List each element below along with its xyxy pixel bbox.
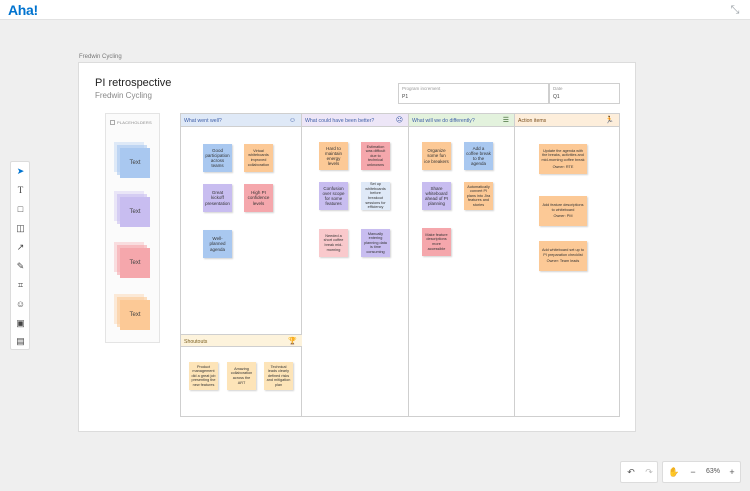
app-logo[interactable]: Aha! [8, 2, 38, 18]
column-header-do-differently[interactable]: What will we do differently? ☰ [409, 114, 514, 127]
sticky-note[interactable]: Amazing collaboration across the ART [227, 362, 256, 390]
sticky-note-action[interactable]: Add whiteboard set up to PI preparation … [539, 241, 587, 271]
column-title: What could have been better? [305, 118, 375, 124]
placeholder-label: Text [120, 248, 150, 278]
breadcrumb[interactable]: Fredwin Cycling [79, 54, 122, 60]
sticky-note[interactable]: Automatically convert PI plans into Jira… [464, 182, 493, 210]
placeholder-stack-purple[interactable]: Text [114, 191, 150, 227]
board-subtitle[interactable]: Fredwin Cycling [95, 91, 152, 100]
note-owner: Owner: PM [553, 214, 573, 219]
column-action-items: Action items 🏃 Update the agenda with th… [515, 114, 619, 416]
placeholders-header: PLACEHOLDERS [110, 120, 152, 126]
placeholder-label: Text [120, 197, 150, 227]
connector-icon[interactable]: ↗ [15, 242, 26, 253]
pen-icon[interactable]: ✎ [15, 261, 26, 272]
top-bar: Aha! ⤡ [0, 0, 750, 20]
whiteboard-canvas[interactable]: PI retrospective Fredwin Cycling Program… [78, 62, 636, 432]
column-went-well: What went well? ☺ Good participation acr… [181, 114, 302, 416]
placeholders-panel: PLACEHOLDERS Text Text Text Text [105, 113, 160, 343]
zoom-level[interactable]: 63% [702, 466, 724, 478]
placeholder-stack-orange[interactable]: Text [114, 294, 150, 330]
shape-icon[interactable]: □ [15, 204, 26, 215]
sticky-note[interactable]: Great kickoff presentation [203, 184, 232, 212]
placeholder-icon [110, 120, 115, 126]
date-value: Q1 [553, 94, 560, 100]
hand-icon[interactable]: ✋ [668, 466, 680, 478]
smile-icon: ☺ [288, 117, 296, 124]
column-title: Action items [518, 118, 547, 124]
plus-icon[interactable]: + [726, 466, 738, 478]
undo-icon[interactable]: ↶ [625, 466, 637, 478]
sticky-note[interactable]: Needed a short coffee break mid-morning [319, 229, 348, 257]
placeholder-label: Text [120, 148, 150, 178]
sticky-note[interactable]: Make feature descriptions more accessibl… [422, 228, 451, 256]
column-title: Shoutouts [184, 339, 208, 345]
program-increment-value: P1 [402, 94, 409, 100]
sticky-note[interactable]: Confusion over scope for some features [319, 182, 348, 210]
undo-redo-bar: ↶ ↷ [620, 461, 658, 483]
program-increment-field[interactable]: Program increment P1 [398, 83, 549, 104]
sticky-note-icon[interactable]: ◫ [15, 223, 26, 234]
runner-icon: 🏃 [605, 117, 614, 124]
zoom-bar: ✋ − 63% + [662, 461, 741, 483]
placeholder-stack-blue[interactable]: Text [114, 142, 150, 178]
frame-icon[interactable]: ⌗ [15, 280, 26, 291]
column-could-be-better: What could have been better? ☹ Hard to m… [302, 114, 409, 416]
note-owner: Owner: RTE [552, 164, 574, 169]
sticky-note[interactable]: Organize some fun ice breakers [422, 142, 451, 170]
sticky-note[interactable]: High PI confidence levels [244, 184, 273, 212]
sticky-note[interactable]: Hard to maintain energy levels [319, 142, 348, 170]
neutral-face-icon: ☹ [395, 117, 403, 124]
sticky-note-action[interactable]: Add feature descriptions to whiteboard O… [539, 196, 587, 226]
board-title[interactable]: PI retrospective [95, 77, 171, 89]
template-icon[interactable]: ▤ [15, 336, 26, 347]
text-icon[interactable]: T [15, 185, 26, 196]
minus-icon[interactable]: − [687, 466, 699, 478]
pointer-icon[interactable]: ➤ [15, 166, 26, 177]
sticky-note[interactable]: Technical leads clearly defined risks an… [264, 362, 293, 390]
sticky-note[interactable]: Share whiteboard ahead of PI planning [422, 182, 451, 210]
image-icon[interactable]: ▣ [15, 318, 26, 329]
sticky-note[interactable]: Well-planned agenda [203, 230, 232, 258]
sticky-note[interactable]: Manually entering planning data is time … [361, 229, 390, 257]
column-header-action-items[interactable]: Action items 🏃 [515, 114, 619, 127]
sticky-note[interactable]: Good participation across teams [203, 144, 232, 172]
column-do-differently: What will we do differently? ☰ Organize … [409, 114, 515, 416]
placeholder-stack-pink[interactable]: Text [114, 242, 150, 278]
sticky-note[interactable]: Add a coffee break to the agenda [464, 142, 493, 170]
sticky-note-action[interactable]: Update the agenda with the breaks, activ… [539, 144, 587, 174]
column-title: What went well? [184, 118, 222, 124]
placeholder-label: Text [120, 300, 150, 330]
redo-icon[interactable]: ↷ [643, 466, 655, 478]
collapse-arrows-icon[interactable]: ⤡ [728, 3, 742, 17]
sticky-note[interactable]: Set up whiteboards before breakout sessi… [361, 182, 390, 210]
sticky-note[interactable]: Virtual whiteboards improved collaborati… [244, 144, 273, 172]
emoji-icon[interactable]: ☺ [15, 299, 26, 310]
whiteboard-toolbar: ➤ T □ ◫ ↗ ✎ ⌗ ☺ ▣ ▤ [10, 161, 30, 350]
note-owner: Owner: Team leads [546, 259, 580, 264]
trophy-icon: 🏆 [288, 338, 297, 345]
signpost-icon: ☰ [502, 117, 509, 124]
column-header-shoutouts[interactable]: Shoutouts 🏆 [181, 334, 302, 347]
column-header-could-be-better[interactable]: What could have been better? ☹ [302, 114, 408, 127]
note-text: Update the agenda with the breaks, activ… [541, 148, 585, 162]
column-header-went-well[interactable]: What went well? ☺ [181, 114, 301, 127]
note-text: Add whiteboard set up to PI preparation … [541, 248, 584, 257]
date-field[interactable]: Date Q1 [549, 83, 620, 104]
column-title: What will we do differently? [412, 118, 475, 124]
date-label: Date [553, 86, 563, 91]
note-text: Add feature descriptions to whiteboard [542, 203, 584, 212]
placeholders-header-label: PLACEHOLDERS [117, 120, 152, 125]
program-increment-label: Program increment [402, 86, 441, 91]
retro-grid: What went well? ☺ Good participation acr… [180, 113, 620, 417]
sticky-note[interactable]: Product management did a great job prese… [189, 362, 218, 390]
sticky-note[interactable]: Estimation was difficult due to technica… [361, 142, 390, 170]
